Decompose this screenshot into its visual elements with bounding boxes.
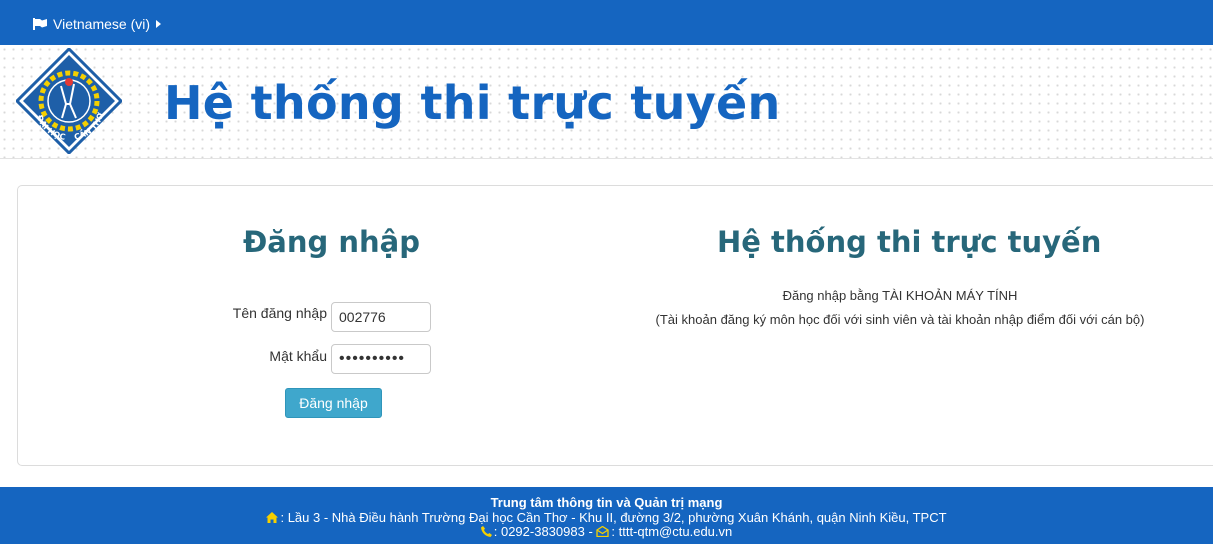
language-menu[interactable]: Vietnamese (vi) <box>33 16 162 32</box>
password-field[interactable] <box>331 344 431 374</box>
login-button[interactable]: Đăng nhập <box>285 388 382 418</box>
envelope-icon <box>596 526 610 537</box>
password-label: Mật khẩu <box>269 348 327 364</box>
university-logo[interactable]: ĐẠI HỌC CẦN THƠ <box>16 48 122 154</box>
info-line-2: (Tài khoản đăng ký môn học đối với sinh … <box>655 312 1145 327</box>
info-line-1: Đăng nhập bằng TÀI KHOẢN MÁY TÍNH <box>782 288 1018 303</box>
top-navbar: Vietnamese (vi) <box>0 0 1213 45</box>
footer-org: Trung tâm thông tin và Quản trị mạng <box>490 495 723 510</box>
footer-email[interactable]: : tttt-qtm@ctu.edu.vn <box>611 524 732 539</box>
footer-address-line: : Lầu 3 - Nhà Điều hành Trường Đại học C… <box>0 510 1213 525</box>
username-field[interactable] <box>331 302 431 332</box>
caret-right-icon <box>156 20 162 28</box>
language-label: Vietnamese (vi) <box>53 16 151 32</box>
footer-phone: : 0292-3830983 - <box>493 524 597 539</box>
username-label: Tên đăng nhập <box>232 305 327 321</box>
login-heading: Đăng nhập <box>243 225 420 259</box>
header-divider <box>0 158 1213 159</box>
home-icon <box>266 512 279 523</box>
flag-icon <box>33 18 47 30</box>
footer-contact-line: : 0292-3830983 - : tttt-qtm@ctu.edu.vn <box>0 524 1213 539</box>
info-heading: Hệ thống thi trực tuyến <box>717 225 1102 259</box>
footer-address: : Lầu 3 - Nhà Điều hành Trường Đại học C… <box>280 510 947 525</box>
page-footer: Trung tâm thông tin và Quản trị mạng : L… <box>0 487 1213 544</box>
site-title: Hệ thống thi trực tuyến <box>164 76 781 130</box>
phone-icon <box>480 526 492 537</box>
